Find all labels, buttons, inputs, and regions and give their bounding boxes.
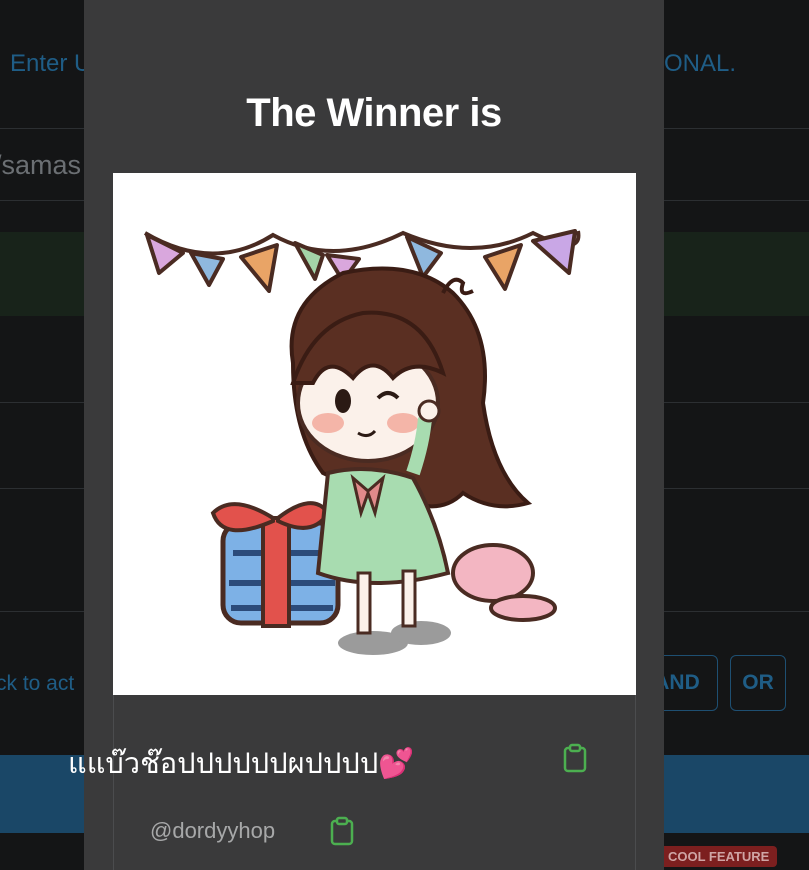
app-root: Enter U ONAL. /samas ck to act AND OR CO… — [0, 0, 809, 870]
winner-avatar-image — [113, 173, 636, 695]
instruction-text-left: Enter U — [10, 50, 92, 77]
winner-display-name: แแบ๊วช๊อปปปปปปผปปปป💕 — [68, 746, 415, 780]
or-button[interactable]: OR — [730, 655, 786, 711]
feature-badge: COOL FEATURE — [660, 846, 778, 867]
winner-handle: @dordyyhop — [150, 818, 276, 843]
avatar-illustration-icon — [143, 229, 581, 655]
copy-name-icon[interactable] — [562, 743, 588, 773]
copy-handle-icon[interactable] — [329, 816, 355, 846]
modal-title: The Winner is — [246, 91, 502, 135]
instruction-text-right: ONAL. — [664, 50, 737, 77]
url-input[interactable]: /samas — [0, 150, 81, 181]
back-to-action-link[interactable]: ck to act — [0, 672, 74, 696]
